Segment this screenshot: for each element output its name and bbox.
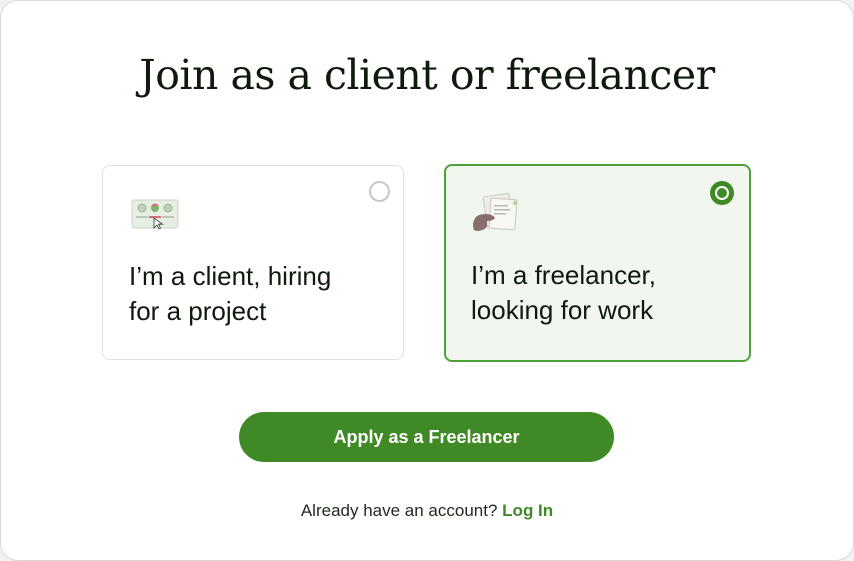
page-title: Join as a client or freelancer [139, 51, 715, 99]
login-prompt-text: Already have an account? [300, 501, 498, 520]
client-dashboard-icon [131, 199, 179, 230]
login-link[interactable]: Log In [502, 501, 553, 520]
client-option-card[interactable]: I’m a client, hiring for a project [102, 165, 404, 360]
client-radio[interactable] [369, 181, 390, 202]
apply-as-freelancer-button[interactable]: Apply as a Freelancer [239, 412, 614, 462]
login-prompt-row: Already have an account? Log In [1, 501, 853, 521]
freelancer-option-label: I’m a freelancer, looking for work [471, 260, 656, 325]
client-option-label: I’m a client, hiring for a project [129, 261, 332, 326]
freelancer-option-card[interactable]: I’m a freelancer, looking for work [444, 164, 751, 362]
freelancer-documents-icon [473, 192, 518, 231]
signup-modal: Join as a client or freelancer I’m a cli… [0, 0, 854, 561]
freelancer-radio-selected[interactable] [710, 181, 734, 205]
